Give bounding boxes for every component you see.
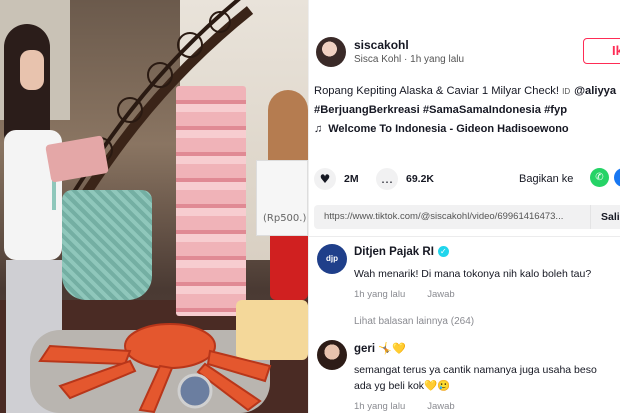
commenter-name-text: Ditjen Pajak RI: [354, 246, 434, 258]
music-title: Welcome To Indonesia - Gideon Hadisoewon…: [328, 123, 569, 135]
like-count: 2M: [344, 173, 359, 185]
description-id-label: ID: [562, 87, 571, 96]
video-sign: (Rp500.): [256, 160, 308, 236]
comment-icon[interactable]: …: [376, 168, 398, 190]
comment-meta: 1h yang lalu Jawab: [354, 401, 455, 412]
author-display-name: Sisca Kohl: [354, 54, 402, 65]
subline-separator: ·: [401, 54, 411, 65]
comment-text-line2: ada yg beli kok💛🥲: [354, 380, 451, 392]
video-player[interactable]: (Rp500.): [0, 0, 308, 413]
commenter-name-emoji: 🤸💛: [378, 342, 406, 355]
video-woven-bag: [62, 190, 152, 300]
follow-button[interactable]: Ikuti: [583, 38, 620, 64]
comment-text-line1: semangat terus ya cantik namanya juga us…: [354, 364, 597, 376]
commenter-name[interactable]: Ditjen Pajak RI ✓: [354, 246, 449, 258]
action-bar: ♥ 2M … 69.2K Bagikan ke ✆ f: [314, 165, 620, 193]
link-bar: https://www.tiktok.com/@siscakohl/video/…: [314, 205, 620, 229]
description-mention[interactable]: @aliyya: [574, 85, 616, 97]
music-link[interactable]: ♫ Welcome To Indonesia - Gideon Hadisoewo…: [314, 123, 569, 135]
author-username[interactable]: siscakohl: [354, 38, 409, 52]
video-sign-text: (Rp500.): [263, 213, 307, 224]
comment-count: 69.2K: [406, 173, 435, 185]
video-url[interactable]: https://www.tiktok.com/@siscakohl/video/…: [324, 211, 586, 222]
comments-divider: [309, 236, 620, 237]
commenter-name-text: geri: [354, 343, 376, 355]
share-label: Bagikan ke: [519, 173, 574, 185]
comment-text: semangat terus ya cantik namanya juga us…: [354, 362, 620, 394]
music-note-icon: ♫: [314, 123, 323, 135]
commenter-name[interactable]: geri 🤸💛: [354, 342, 406, 355]
video-money-stack: [176, 86, 246, 316]
description-text: Ropang Kepiting Alaska & Caviar 1 Milyar…: [314, 85, 563, 97]
author-avatar[interactable]: [316, 37, 346, 67]
comment-time: 1h yang lalu: [354, 401, 406, 412]
description-hashtags[interactable]: #BerjuangBerkreasi #SamaSamaIndonesia #f…: [314, 104, 567, 116]
video-crab: [38, 323, 272, 413]
comment-time: 1h yang lalu: [354, 289, 406, 300]
commenter-avatar[interactable]: [317, 340, 347, 370]
reply-button[interactable]: Jawab: [427, 401, 454, 412]
comment-meta: 1h yang lalu Jawab: [354, 289, 455, 300]
video-detail-pane: siscakohl Sisca Kohl · 1h yang lalu Ikut…: [308, 0, 620, 413]
verified-icon: ✓: [437, 246, 449, 257]
facebook-icon[interactable]: f: [614, 168, 620, 187]
view-more-replies[interactable]: Lihat balasan lainnya (264): [354, 316, 474, 327]
author-subline: Sisca Kohl · 1h yang lalu: [354, 54, 464, 65]
video-description: Ropang Kepiting Alaska & Caviar 1 Milyar…: [314, 82, 620, 119]
post-time: 1h yang lalu: [410, 54, 465, 65]
reply-button[interactable]: Jawab: [427, 289, 454, 300]
copy-link-button[interactable]: Salin: [590, 205, 620, 229]
whatsapp-icon[interactable]: ✆: [590, 168, 609, 187]
comment-text: Wah menarik! Di mana tokonya nih kalo bo…: [354, 268, 592, 280]
commenter-avatar[interactable]: djp: [317, 244, 347, 274]
heart-icon[interactable]: ♥: [314, 168, 336, 190]
